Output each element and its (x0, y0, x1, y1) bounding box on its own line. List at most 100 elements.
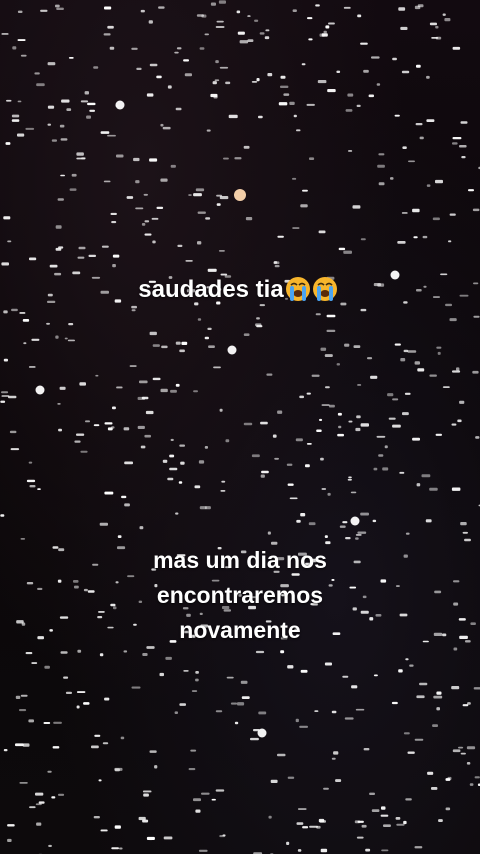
star (183, 59, 189, 62)
star (286, 463, 293, 466)
star (175, 107, 182, 111)
star (58, 428, 62, 432)
star (107, 25, 114, 29)
star (336, 70, 341, 73)
star (49, 264, 58, 268)
star (407, 350, 417, 353)
star (193, 390, 198, 393)
star (452, 46, 461, 50)
star (26, 479, 36, 483)
bottom-caption-line: mas um dia nos (153, 547, 327, 573)
bright-star (257, 728, 267, 738)
star (218, 250, 225, 252)
star (320, 848, 328, 853)
star (451, 423, 457, 426)
star (149, 63, 158, 67)
star (426, 119, 435, 122)
star (371, 809, 380, 812)
star (323, 30, 327, 34)
star (451, 487, 461, 491)
star (19, 782, 28, 784)
star (195, 671, 199, 674)
star (111, 221, 117, 224)
star (31, 338, 40, 341)
star (160, 388, 168, 393)
star (365, 848, 371, 852)
star (226, 676, 234, 679)
star (408, 160, 415, 163)
star (412, 437, 420, 441)
star (299, 395, 304, 399)
star (307, 17, 313, 20)
star (1, 262, 9, 266)
bright-star (35, 385, 45, 395)
star (28, 461, 33, 464)
star (159, 672, 164, 677)
star (51, 139, 57, 142)
star (71, 173, 77, 177)
star (213, 366, 221, 369)
star (225, 81, 231, 85)
star (9, 430, 17, 434)
star (319, 418, 323, 421)
star (148, 20, 153, 24)
star (29, 257, 37, 261)
star (394, 343, 401, 346)
star (404, 392, 411, 395)
star (381, 806, 386, 810)
star (174, 51, 179, 54)
star (154, 765, 158, 769)
star (29, 806, 36, 809)
star (57, 403, 61, 405)
star (277, 235, 284, 238)
star (440, 273, 448, 276)
star (123, 427, 130, 431)
star (321, 488, 327, 490)
star (469, 783, 474, 786)
star (197, 241, 202, 245)
star (151, 217, 159, 220)
star (324, 535, 328, 538)
star (396, 823, 405, 826)
star (432, 724, 438, 727)
bright-star (115, 100, 125, 110)
star (162, 126, 171, 130)
star (347, 478, 352, 481)
star (68, 323, 74, 326)
star (8, 395, 17, 399)
star (254, 19, 259, 22)
star (152, 344, 160, 347)
star (241, 696, 250, 699)
star (114, 767, 123, 771)
star (456, 367, 460, 371)
star (215, 789, 225, 792)
star (61, 99, 70, 103)
star (68, 57, 74, 59)
star (167, 477, 174, 481)
star (431, 787, 438, 790)
star (261, 470, 269, 474)
star (64, 337, 68, 340)
star (179, 444, 185, 447)
star (131, 686, 141, 689)
star (47, 770, 52, 773)
star (175, 512, 179, 515)
star (293, 114, 297, 118)
star (295, 438, 303, 442)
star (425, 519, 432, 523)
star (436, 691, 442, 695)
star (308, 38, 313, 41)
star (328, 404, 335, 408)
star (326, 329, 336, 332)
star (20, 538, 26, 540)
star (324, 354, 333, 357)
star (266, 373, 273, 376)
star (315, 4, 320, 7)
star (124, 503, 130, 507)
star (360, 423, 369, 427)
star (170, 164, 176, 168)
star (72, 271, 81, 275)
star (28, 366, 36, 368)
star (314, 710, 319, 712)
star (29, 485, 36, 488)
